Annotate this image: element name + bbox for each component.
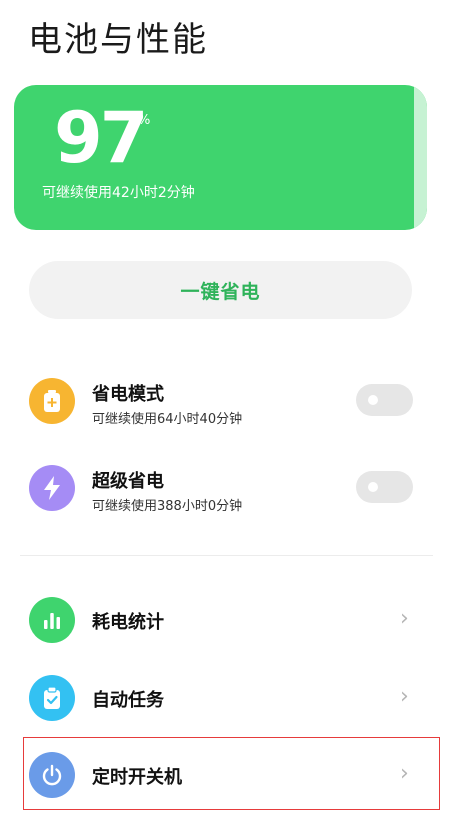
bar-chart-icon xyxy=(29,597,75,643)
toggle-knob xyxy=(368,482,378,492)
one-tap-save-button[interactable]: 一键省电 xyxy=(29,261,412,319)
chevron-right-icon: › xyxy=(400,684,409,709)
selection-highlight xyxy=(23,737,440,810)
section-divider xyxy=(20,555,433,556)
toggle-knob xyxy=(368,395,378,405)
battery-card-edge xyxy=(414,85,427,230)
power-saving-mode-row[interactable]: 省电模式 可继续使用64小时40分钟 xyxy=(0,370,453,434)
clipboard-check-icon xyxy=(29,675,75,721)
ultra-power-saving-row[interactable]: 超级省电 可继续使用388小时0分钟 xyxy=(0,457,453,521)
menu-item-label: 耗电统计 xyxy=(92,612,164,633)
battery-unit: % xyxy=(138,113,151,128)
chevron-right-icon: › xyxy=(400,606,409,631)
page-title: 电池与性能 xyxy=(28,20,208,60)
menu-item-label: 自动任务 xyxy=(92,690,164,711)
power-saving-mode-subtitle: 可继续使用64小时40分钟 xyxy=(92,412,243,427)
ultra-power-saving-title: 超级省电 xyxy=(92,471,164,492)
menu-item-auto-tasks[interactable]: 自动任务 › xyxy=(0,666,453,730)
power-saving-mode-toggle[interactable] xyxy=(356,384,413,416)
ultra-power-saving-toggle[interactable] xyxy=(356,471,413,503)
lightning-icon xyxy=(29,465,75,511)
battery-remaining-time: 可继续使用42小时2分钟 xyxy=(42,185,195,201)
battery-plus-icon xyxy=(29,378,75,424)
ultra-power-saving-subtitle: 可继续使用388小时0分钟 xyxy=(92,499,243,514)
menu-item-power-usage[interactable]: 耗电统计 › xyxy=(0,588,453,652)
battery-performance-page: 电池与性能 97 % 可继续使用42小时2分钟 一键省电 省电模式 可继续使用6… xyxy=(0,0,453,821)
power-saving-mode-title: 省电模式 xyxy=(92,384,164,405)
battery-status-card[interactable]: 97 % xyxy=(14,85,427,230)
battery-level: 97 xyxy=(54,97,148,179)
